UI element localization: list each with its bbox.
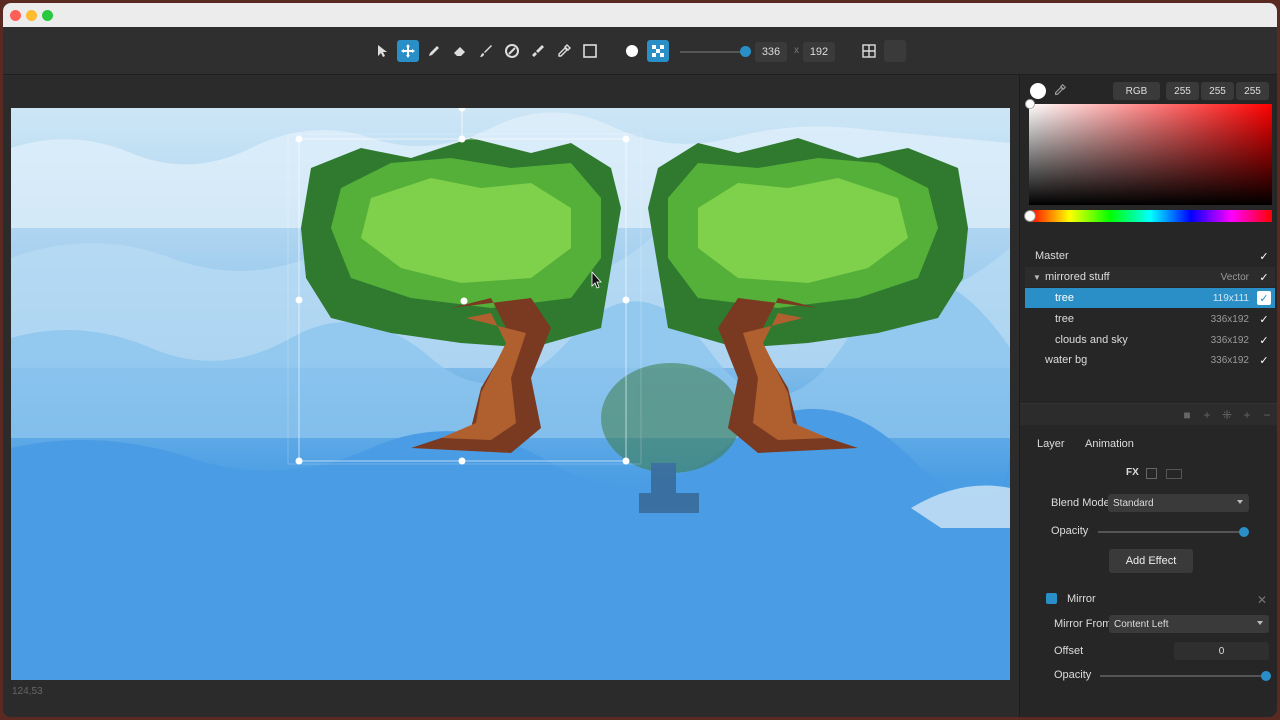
layer-size: 336x192: [1210, 334, 1249, 346]
effect-type-icons: FX: [1124, 467, 1184, 483]
dither-brush-icon[interactable]: [647, 40, 669, 62]
mirror-from-value: Content Left: [1114, 618, 1169, 630]
hue-slider[interactable]: [1029, 210, 1272, 222]
expand-triangle-icon[interactable]: ▼: [1033, 273, 1041, 282]
red-value-field[interactable]: 255: [1166, 82, 1199, 100]
right-panel: RGB 255 255 255 Master ✓ ▼ mirrored stuf…: [1019, 75, 1277, 717]
picker-knob[interactable]: [1025, 99, 1035, 109]
eyedropper-icon[interactable]: [1053, 83, 1067, 97]
panel-tabs: Layer Animation: [1020, 431, 1277, 457]
green-value-field[interactable]: 255: [1201, 82, 1234, 100]
layer-size: 336x192: [1210, 354, 1249, 366]
canvas-area: 124,53: [3, 75, 1019, 717]
layer-size: 336x192: [1210, 313, 1249, 325]
primary-color-swatch[interactable]: [1030, 83, 1046, 99]
duplicate-layer-icon[interactable]: +: [1200, 408, 1214, 422]
size-separator: x: [794, 45, 799, 56]
toolbar: 336 x 192: [3, 27, 1277, 75]
layer-size: Vector: [1220, 271, 1249, 283]
minimize-window-button[interactable]: [26, 10, 37, 21]
visibility-check-icon[interactable]: ✓: [1257, 312, 1271, 326]
effect-opacity-knob[interactable]: [1261, 671, 1271, 681]
layer-name: mirrored stuff: [1045, 271, 1110, 283]
eyedropper-icon[interactable]: [553, 40, 575, 62]
mirror-from-select[interactable]: Content Left: [1109, 615, 1269, 633]
visibility-check-icon[interactable]: ✓: [1257, 270, 1271, 284]
pixel-canvas[interactable]: [11, 108, 1010, 680]
offset-label: Offset: [1054, 645, 1084, 657]
layer-name: tree: [1055, 313, 1074, 325]
tab-animation[interactable]: Animation: [1085, 438, 1134, 450]
delete-layer-icon[interactable]: ■: [1180, 408, 1194, 422]
brush-size-slider-knob[interactable]: [740, 46, 751, 57]
canvas-height-field[interactable]: 192: [803, 42, 835, 62]
fx-icon[interactable]: FX: [1126, 467, 1139, 478]
smudge-icon[interactable]: [527, 40, 549, 62]
visibility-check-icon[interactable]: ✓: [1257, 353, 1271, 367]
layer-row-master[interactable]: Master ✓: [1025, 246, 1275, 266]
chevron-down-icon: [1237, 500, 1243, 504]
blue-value-field[interactable]: 255: [1236, 82, 1269, 100]
visibility-check-icon[interactable]: ✓: [1257, 333, 1271, 347]
visibility-check-icon[interactable]: ✓: [1257, 249, 1271, 263]
mirror-effect-name: Mirror: [1067, 593, 1096, 605]
layer-size: 119x111: [1212, 292, 1249, 304]
layer-row-tree-selected[interactable]: tree 119x111 ✓: [1025, 288, 1275, 308]
circle-brush-icon[interactable]: [621, 40, 643, 62]
layer-actions-bar: ■ + ⁜ + −: [1020, 403, 1277, 425]
blend-mode-label: Blend Mode: [1051, 497, 1110, 509]
canvas-width-field[interactable]: 336: [755, 42, 787, 62]
brush-size-slider-track[interactable]: [680, 51, 746, 53]
mask-icon[interactable]: [1146, 468, 1157, 479]
effect-opacity-slider[interactable]: [1100, 675, 1268, 677]
fill-bucket-icon[interactable]: [501, 40, 523, 62]
chevron-down-icon: [1257, 621, 1263, 625]
tab-layer[interactable]: Layer: [1037, 438, 1065, 450]
canvas-artwork: [11, 108, 1010, 680]
blend-mode-select[interactable]: Standard: [1108, 494, 1249, 512]
zoom-window-button[interactable]: [42, 10, 53, 21]
grid-icon[interactable]: [858, 40, 880, 62]
hue-slider-knob[interactable]: [1024, 210, 1036, 222]
cursor-coordinates: 124,53: [12, 686, 43, 697]
layer-opacity-slider[interactable]: [1098, 531, 1248, 533]
layer-row-tree[interactable]: tree 336x192 ✓: [1025, 309, 1275, 329]
saturation-value-picker[interactable]: [1029, 104, 1272, 205]
remove-layer-icon[interactable]: −: [1260, 408, 1274, 422]
move-icon[interactable]: [397, 40, 419, 62]
layer-row-clouds-and-sky[interactable]: clouds and sky 336x192 ✓: [1025, 330, 1275, 350]
adjustment-icon[interactable]: [1166, 469, 1182, 479]
color-mode-select[interactable]: RGB: [1113, 82, 1160, 100]
visibility-check-icon[interactable]: ✓: [1257, 291, 1271, 305]
mirror-from-label: Mirror From: [1054, 618, 1112, 630]
title-bar: [3, 3, 1277, 27]
arrow-pointer-icon[interactable]: [371, 40, 393, 62]
opacity-label: Opacity: [1051, 525, 1089, 537]
add-layer-icon[interactable]: +: [1240, 408, 1254, 422]
layer-name: water bg: [1045, 354, 1088, 366]
rectangle-select-icon[interactable]: [579, 40, 601, 62]
offset-field[interactable]: 0: [1174, 642, 1269, 660]
layer-row-water-bg[interactable]: water bg 336x192 ✓: [1025, 350, 1275, 370]
layer-opacity-knob[interactable]: [1239, 527, 1249, 537]
pencil-icon[interactable]: [423, 40, 445, 62]
layer-name: tree: [1055, 292, 1074, 304]
layer-name: clouds and sky: [1055, 334, 1128, 346]
mirror-effect-toggle[interactable]: [1046, 593, 1057, 604]
layer-row-mirrored-stuff[interactable]: ▼ mirrored stuff Vector ✓: [1025, 267, 1275, 287]
close-icon[interactable]: ✕: [1257, 593, 1267, 607]
layer-name: Master: [1035, 250, 1069, 262]
eraser-icon[interactable]: [449, 40, 471, 62]
blend-mode-value: Standard: [1113, 497, 1154, 509]
app-window: 336 x 192 124,53 RGB 255 255 255 Master …: [3, 3, 1277, 717]
effect-opacity-label: Opacity: [1054, 669, 1092, 681]
group-layer-icon[interactable]: ⁜: [1220, 408, 1234, 422]
tile-preview-button[interactable]: [884, 40, 906, 62]
close-window-button[interactable]: [10, 10, 21, 21]
brush-icon[interactable]: [475, 40, 497, 62]
add-effect-button[interactable]: Add Effect: [1109, 549, 1193, 573]
